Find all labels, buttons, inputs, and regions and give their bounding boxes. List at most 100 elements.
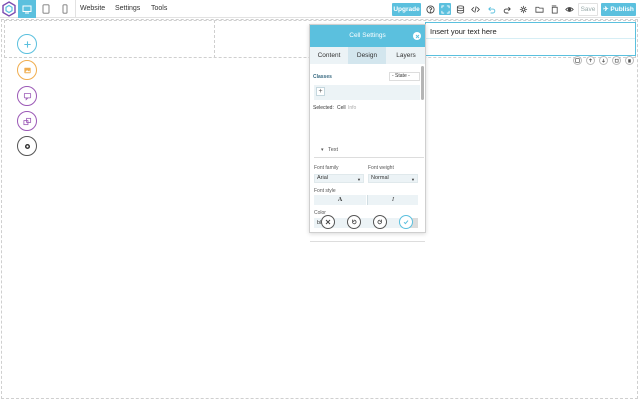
fullscreen-button[interactable]	[439, 3, 451, 15]
eye-icon	[564, 6, 574, 12]
undo-icon	[487, 6, 495, 13]
font-style-italic-button[interactable]: I	[367, 195, 418, 205]
open-folder-button[interactable]	[533, 3, 545, 15]
pages-button[interactable]	[548, 3, 560, 15]
chevron-down-icon: ▼	[411, 177, 415, 182]
copy-icon	[551, 4, 558, 14]
edit-icon	[575, 58, 580, 63]
redo-button[interactable]	[501, 3, 513, 15]
layout-cell-divider	[214, 20, 215, 58]
cancel-button[interactable]	[321, 215, 335, 229]
selected-label: Selected:	[313, 105, 334, 111]
menu-website[interactable]: Website	[80, 4, 105, 14]
selected-info: Info	[348, 105, 357, 111]
redo-icon	[503, 6, 511, 13]
panel-scrollbar[interactable]	[421, 66, 424, 100]
duplicate-icon	[614, 58, 619, 63]
arrow-up-icon	[589, 58, 592, 63]
desktop-icon	[22, 5, 32, 13]
upgrade-button[interactable]: Upgrade	[392, 3, 421, 16]
selected-value: Cell	[337, 105, 346, 111]
cell-settings-panel: Cell Settings Content Design Layers Clas…	[309, 24, 426, 242]
mobile-icon	[62, 4, 68, 14]
reset-button[interactable]	[347, 215, 361, 229]
puzzle-icon	[519, 5, 527, 13]
check-icon	[403, 220, 409, 225]
top-toolbar: Website Settings Tools Upgrade Save ✈ Pu…	[0, 0, 640, 18]
selected-text-cell[interactable]: Insert your text here	[425, 22, 636, 56]
image-icon	[23, 67, 31, 73]
state-select[interactable]: - State -	[389, 72, 420, 81]
components-button[interactable]	[17, 111, 37, 131]
code-icon	[470, 5, 480, 13]
tablet-view-button[interactable]	[37, 0, 55, 18]
tablet-icon	[42, 4, 50, 14]
desktop-view-button[interactable]	[18, 0, 36, 18]
code-view-button[interactable]	[469, 3, 481, 15]
menu-settings[interactable]: Settings	[115, 4, 140, 14]
undo-icon	[352, 219, 357, 225]
font-style-label: Font style	[314, 188, 336, 194]
redo-button[interactable]	[373, 215, 387, 229]
apply-button[interactable]	[399, 215, 413, 229]
close-icon	[325, 219, 331, 225]
close-icon	[415, 34, 419, 38]
fullscreen-icon	[440, 4, 450, 14]
panel-footer-divider	[310, 241, 425, 242]
gear-icon	[24, 143, 30, 149]
cell-delete-button[interactable]	[625, 56, 634, 65]
import-button[interactable]	[517, 3, 529, 15]
help-button[interactable]	[424, 3, 436, 15]
global-settings-button[interactable]	[17, 136, 37, 156]
font-weight-select[interactable]: Normal ▼	[368, 174, 418, 183]
menu-tools[interactable]: Tools	[151, 4, 167, 14]
cell-edit-button[interactable]	[573, 56, 582, 65]
tab-content[interactable]: Content	[310, 47, 348, 64]
tab-design[interactable]: Design	[348, 47, 386, 64]
section-chevron-icon[interactable]: ▾	[321, 147, 324, 153]
add-class-button[interactable]: +	[316, 87, 325, 96]
text-cell-content[interactable]: Insert your text here	[430, 27, 497, 36]
toolbar-divider	[75, 0, 76, 18]
font-family-select[interactable]: Arial ▼	[314, 174, 364, 183]
panel-body: Classes - State - + Selected: Cell Info …	[310, 64, 425, 242]
add-block-button[interactable]	[17, 34, 37, 54]
arrow-down-icon	[602, 58, 605, 63]
publish-label: Publish	[610, 6, 634, 13]
folder-icon	[534, 6, 544, 13]
panel-close-button[interactable]	[413, 32, 421, 40]
save-button[interactable]: Save	[578, 3, 598, 16]
plus-icon	[23, 40, 31, 48]
redo-icon	[377, 219, 382, 225]
help-icon	[425, 4, 435, 14]
mobile-view-button[interactable]	[56, 0, 74, 18]
comments-button[interactable]	[17, 86, 37, 106]
section-text-header[interactable]: Text	[328, 147, 338, 153]
database-button[interactable]	[454, 3, 466, 15]
undo-button[interactable]	[485, 3, 497, 15]
font-family-label: Font family	[314, 165, 339, 171]
font-weight-value: Normal	[371, 175, 389, 181]
font-style-normal-button[interactable]: A	[314, 195, 366, 205]
tab-layers[interactable]: Layers	[387, 47, 425, 64]
classes-label: Classes	[313, 74, 332, 80]
shapes-icon	[22, 117, 31, 125]
chevron-down-icon: ▼	[357, 177, 361, 182]
cell-move-up-button[interactable]	[586, 56, 595, 65]
font-family-value: Arial	[317, 175, 329, 181]
media-library-button[interactable]	[17, 60, 37, 80]
classes-container: +	[314, 85, 420, 100]
trash-icon	[628, 59, 631, 63]
font-weight-label: Font weight	[368, 165, 394, 171]
preview-button[interactable]	[563, 3, 575, 15]
chat-icon	[23, 92, 31, 101]
panel-tabs: Content Design Layers	[310, 47, 425, 64]
cell-duplicate-button[interactable]	[612, 56, 621, 65]
publish-button[interactable]: ✈ Publish	[601, 3, 636, 16]
section-divider	[314, 157, 424, 158]
panel-title[interactable]: Cell Settings	[310, 25, 425, 47]
app-logo-icon	[2, 1, 16, 17]
cell-move-down-button[interactable]	[599, 56, 608, 65]
text-cell-divider	[426, 38, 635, 39]
database-icon	[456, 4, 464, 14]
